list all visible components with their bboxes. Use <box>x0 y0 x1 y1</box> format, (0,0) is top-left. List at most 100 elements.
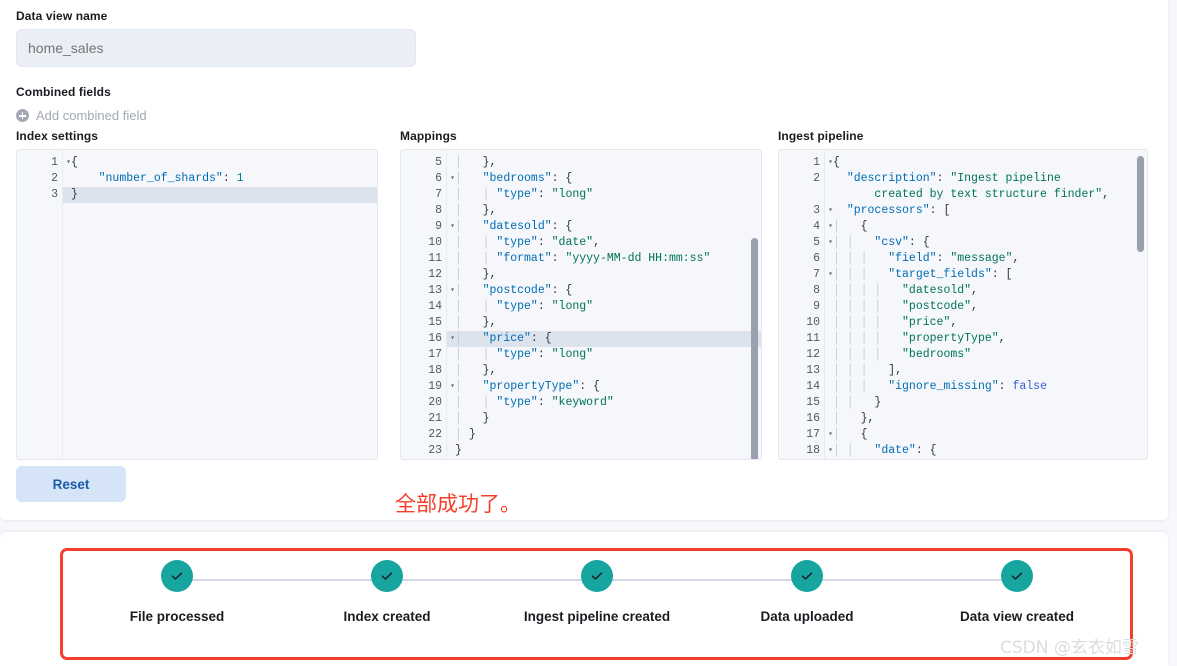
code-line: │ "bedrooms": { <box>455 172 573 185</box>
line-number: 8 <box>435 204 442 217</box>
code-line: │ │ } <box>833 396 882 409</box>
editor-gutter: 5 6 ▾ 7 8 9 ▾ 10 11 12 13 ▾ 14 15 16 ▾ 17 18 19 ▾ 20 21 22 23 <box>401 150 455 459</box>
line-number: 1 ▾ <box>51 156 71 169</box>
code-line: │ } <box>455 428 476 441</box>
line-number: 18 ▾ <box>806 444 833 457</box>
mappings-panel: Mappings 5 6 ▾ 7 8 9 ▾ 10 11 12 13 ▾ 14 15 16 ▾ 17 18 19 ▾ 2… <box>400 129 762 460</box>
code-line: │ │ │ │ "price", <box>833 316 958 329</box>
code-line: │ │ │ ], <box>833 364 903 377</box>
editor-code[interactable]: { "description": "Ingest pipeline create… <box>825 150 1147 459</box>
progress-step: Data view created <box>912 560 1122 650</box>
code-line: │ │ "type": "long" <box>455 348 594 361</box>
add-combined-field-label: Add combined field <box>36 108 147 123</box>
line-number <box>779 187 824 203</box>
check-icon <box>801 572 813 580</box>
code-line: created by text structure finder", <box>874 188 1110 201</box>
line-number: 4 ▾ <box>813 220 833 233</box>
mappings-title: Mappings <box>400 129 457 143</box>
index-settings-title: Index settings <box>16 129 99 143</box>
line-number: 11 <box>806 332 820 345</box>
editor-gutter: 1 ▾ 2 3 ▾ 4 ▾ 5 ▾ 6 7 ▾ 8 9 10 11 12 13 14 15 16 17 ▾ 18 ▾ <box>779 150 833 459</box>
line-number: 19 ▾ <box>428 380 455 393</box>
mappings-editor[interactable]: 5 6 ▾ 7 8 9 ▾ 10 11 12 13 ▾ 14 15 16 ▾ 17 18 19 ▾ 20 21 22 23 │ … <box>400 149 762 460</box>
code-line: │ │ │ │ "propertyType", <box>833 332 1006 345</box>
line-number: 5 <box>435 156 442 169</box>
import-summary-card: Data view name Combined fields Add combi… <box>0 0 1168 520</box>
line-number: 17 ▾ <box>806 428 833 441</box>
step-label: Ingest pipeline created <box>523 609 671 624</box>
code-line: │ │ "type": "keyword" <box>455 396 614 409</box>
editor-code[interactable]: │ }, │ "bedrooms": { │ │ "type": "long" │ }… <box>447 150 761 459</box>
code-line: │ │ │ "ignore_missing": false <box>833 380 1047 393</box>
code-line: │ │ │ "field": "message", <box>833 252 1020 265</box>
step-status-bubble <box>161 560 193 592</box>
code-line: │ │ │ "target_fields": [ <box>833 268 1013 281</box>
line-number: 3 <box>51 188 58 201</box>
check-icon <box>381 572 393 580</box>
progress-step: Ingest pipeline created <box>492 560 807 650</box>
editor-code[interactable]: { "number_of_shards": 1} <box>63 150 377 459</box>
annotation-note-text: 全部成功了。 <box>395 492 521 516</box>
index-settings-editor[interactable]: 1 ▾ 2 3 { "number_of_shards": 1} <box>16 149 378 460</box>
check-icon <box>1011 572 1023 580</box>
line-number: 14 <box>428 300 442 313</box>
line-number: 18 <box>428 364 442 377</box>
step-label: Data uploaded <box>760 609 854 624</box>
code-line: } <box>71 188 78 201</box>
progress-step: Data uploaded <box>702 560 1017 650</box>
reset-button[interactable]: Reset <box>16 466 126 502</box>
code-line: │ "price": { <box>455 332 552 345</box>
check-icon <box>171 572 183 580</box>
line-number: 16 ▾ <box>428 332 455 345</box>
line-number: 8 <box>813 284 820 297</box>
ingest-pipeline-editor[interactable]: 1 ▾ 2 3 ▾ 4 ▾ 5 ▾ 6 7 ▾ 8 9 10 11 12 13 14 15 16 17 ▾ 18 ▾{ "des… <box>778 149 1148 460</box>
line-number: 15 <box>428 316 442 329</box>
editor-scrollbar[interactable] <box>1137 156 1144 252</box>
add-combined-field-button[interactable]: Add combined field <box>16 108 147 123</box>
code-line: │ │ "date": { <box>833 444 937 457</box>
line-number: 10 <box>428 236 442 249</box>
check-icon <box>591 572 603 580</box>
step-label: Index created <box>343 609 431 624</box>
code-line: │ }, <box>455 364 497 377</box>
combined-fields-label: Combined fields <box>16 85 111 99</box>
line-number: 23 <box>428 444 442 457</box>
step-status-bubble <box>791 560 823 592</box>
code-line: │ }, <box>455 204 497 217</box>
line-number: 16 <box>806 412 820 425</box>
line-number: 5 ▾ <box>813 236 833 249</box>
editor-scrollbar[interactable] <box>751 238 758 459</box>
code-line: │ │ │ │ "datesold", <box>833 284 978 297</box>
line-number: 7 ▾ <box>813 268 833 281</box>
line-number: 3 ▾ <box>813 204 833 217</box>
line-number: 6 ▾ <box>435 172 455 185</box>
line-number: 10 <box>806 316 820 329</box>
ingest-pipeline-panel: Ingest pipeline 1 ▾ 2 3 ▾ 4 ▾ 5 ▾ 6 7 ▾ 8 9 10 11 12 13 14… <box>778 129 1148 460</box>
ingest-pipeline-title: Ingest pipeline <box>778 129 864 143</box>
step-label: Data view created <box>959 609 1075 624</box>
step-status-bubble <box>1001 560 1033 592</box>
code-line: │ │ │ │ "bedrooms" <box>833 348 972 361</box>
line-number: 21 <box>428 412 442 425</box>
line-number: 7 <box>435 188 442 201</box>
progress-step: Index created <box>282 560 597 650</box>
step-label: File processed <box>129 609 225 624</box>
line-number: 22 <box>428 428 442 441</box>
code-line: │ }, <box>833 412 875 425</box>
line-number: 17 <box>428 348 442 361</box>
code-line: │ }, <box>455 156 497 169</box>
code-line: │ │ "type": "long" <box>455 300 594 313</box>
code-line: │ "propertyType": { <box>455 380 600 393</box>
line-number: 12 <box>806 348 820 361</box>
index-settings-panel: Index settings 1 ▾ 2 3 { "number_of_shards":… <box>16 129 378 460</box>
code-line: { <box>71 156 78 169</box>
data-view-name-input[interactable] <box>16 29 416 67</box>
code-line: │ "postcode": { <box>455 284 573 297</box>
code-line: │ │ "csv": { <box>833 236 930 249</box>
line-number: 2 <box>51 172 58 185</box>
line-number: 20 <box>428 396 442 409</box>
line-number: 14 <box>806 380 820 393</box>
line-number: 15 <box>806 396 820 409</box>
code-line: "description": "Ingest pipeline <box>846 172 1061 185</box>
line-number: 6 <box>813 252 820 265</box>
